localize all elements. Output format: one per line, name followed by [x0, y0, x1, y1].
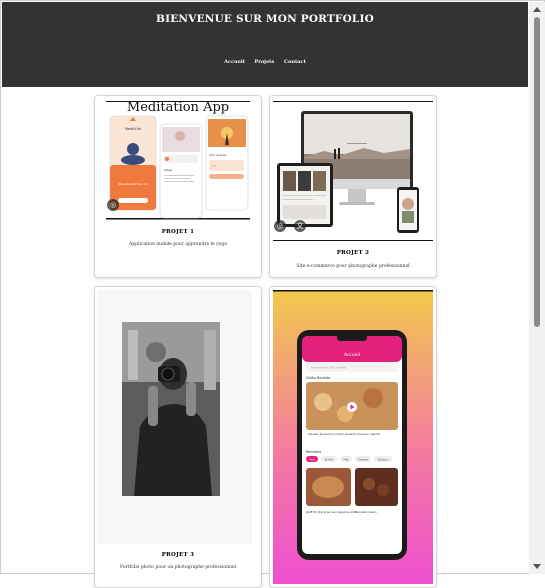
- app-search-placeholder: Rechercher une recette: [311, 366, 346, 370]
- project-card-2[interactable]: ◎ 文 PROJET 2 Site e-commerce pour photog…: [269, 95, 437, 278]
- project-1-image: Meditation App MeditLife We are what we …: [98, 99, 258, 221]
- project-title: PROJET 3: [161, 552, 195, 558]
- project-description: Application mobile pour apprendre le yog…: [129, 242, 227, 247]
- google-lens-icon[interactable]: ◎: [274, 220, 286, 232]
- screen-section: Sleep: [164, 168, 172, 172]
- recipe-card-1-title: Jakiff Riz (Riz gras) avec légumes et la: [305, 510, 356, 514]
- screen-score-value: 3.0: [211, 164, 216, 168]
- svg-text:Entrée: Entrée: [325, 457, 334, 461]
- scroll-up-arrow-icon[interactable]: [533, 7, 541, 12]
- svg-text:Dessert: Dessert: [358, 457, 368, 461]
- scroll-down-arrow-icon[interactable]: [533, 564, 541, 569]
- project-description: Site e-commerce pour photographe profess…: [296, 264, 410, 269]
- main-nav: Accueil Projets Contact: [2, 59, 528, 65]
- google-lens-icon[interactable]: ◎: [107, 199, 119, 211]
- page-title: BIENVENUE SUR MON PORTFOLIO: [156, 13, 374, 25]
- svg-text:Tout: Tout: [309, 457, 314, 461]
- project-3-image: [98, 290, 252, 544]
- app-recipes-label: Recettes: [306, 450, 321, 454]
- scrollbar[interactable]: [529, 2, 545, 574]
- translate-icon[interactable]: 文: [294, 220, 306, 232]
- project-title: PROJET 2: [336, 250, 370, 256]
- nav-link-projets[interactable]: Projets: [254, 59, 274, 65]
- project-card-4[interactable]: Accueil Rechercher une recette Vidéo Rec…: [269, 286, 437, 588]
- project-card-1[interactable]: Meditation App MeditLife We are what we …: [94, 95, 262, 278]
- nav-link-accueil[interactable]: Accueil: [224, 59, 245, 65]
- nav-link-contact[interactable]: Contact: [284, 59, 306, 65]
- app-video-label: Vidéo Recette: [306, 376, 330, 380]
- screen-score-title: Your scores: [209, 153, 226, 157]
- app-screen-header: Accueil: [344, 352, 360, 358]
- app-video-caption: Seulière et poulet, pomme de terre, poiv…: [308, 432, 381, 436]
- project-4-image: Accueil Rechercher une recette Vidéo Rec…: [273, 290, 433, 584]
- screen-tagline: We are what we do: [119, 182, 148, 186]
- recipe-card-2-title: Beignets maison: [355, 510, 377, 514]
- project-title: PROJET 1: [161, 229, 195, 235]
- svg-text:Plat: Plat: [344, 457, 349, 461]
- meditation-app-title: Meditation App: [127, 100, 229, 115]
- project-description: Portfolio photo pour un photographe prof…: [120, 565, 236, 570]
- svg-text:Boisson: Boisson: [378, 457, 388, 461]
- project-card-3[interactable]: PROJET 3 Portfolio photo pour un photogr…: [94, 286, 262, 588]
- site-header: BIENVENUE SUR MON PORTFOLIO Accueil Proj…: [2, 2, 528, 87]
- scrollbar-thumb[interactable]: [534, 17, 540, 327]
- screen-logo: MeditLife: [125, 127, 141, 131]
